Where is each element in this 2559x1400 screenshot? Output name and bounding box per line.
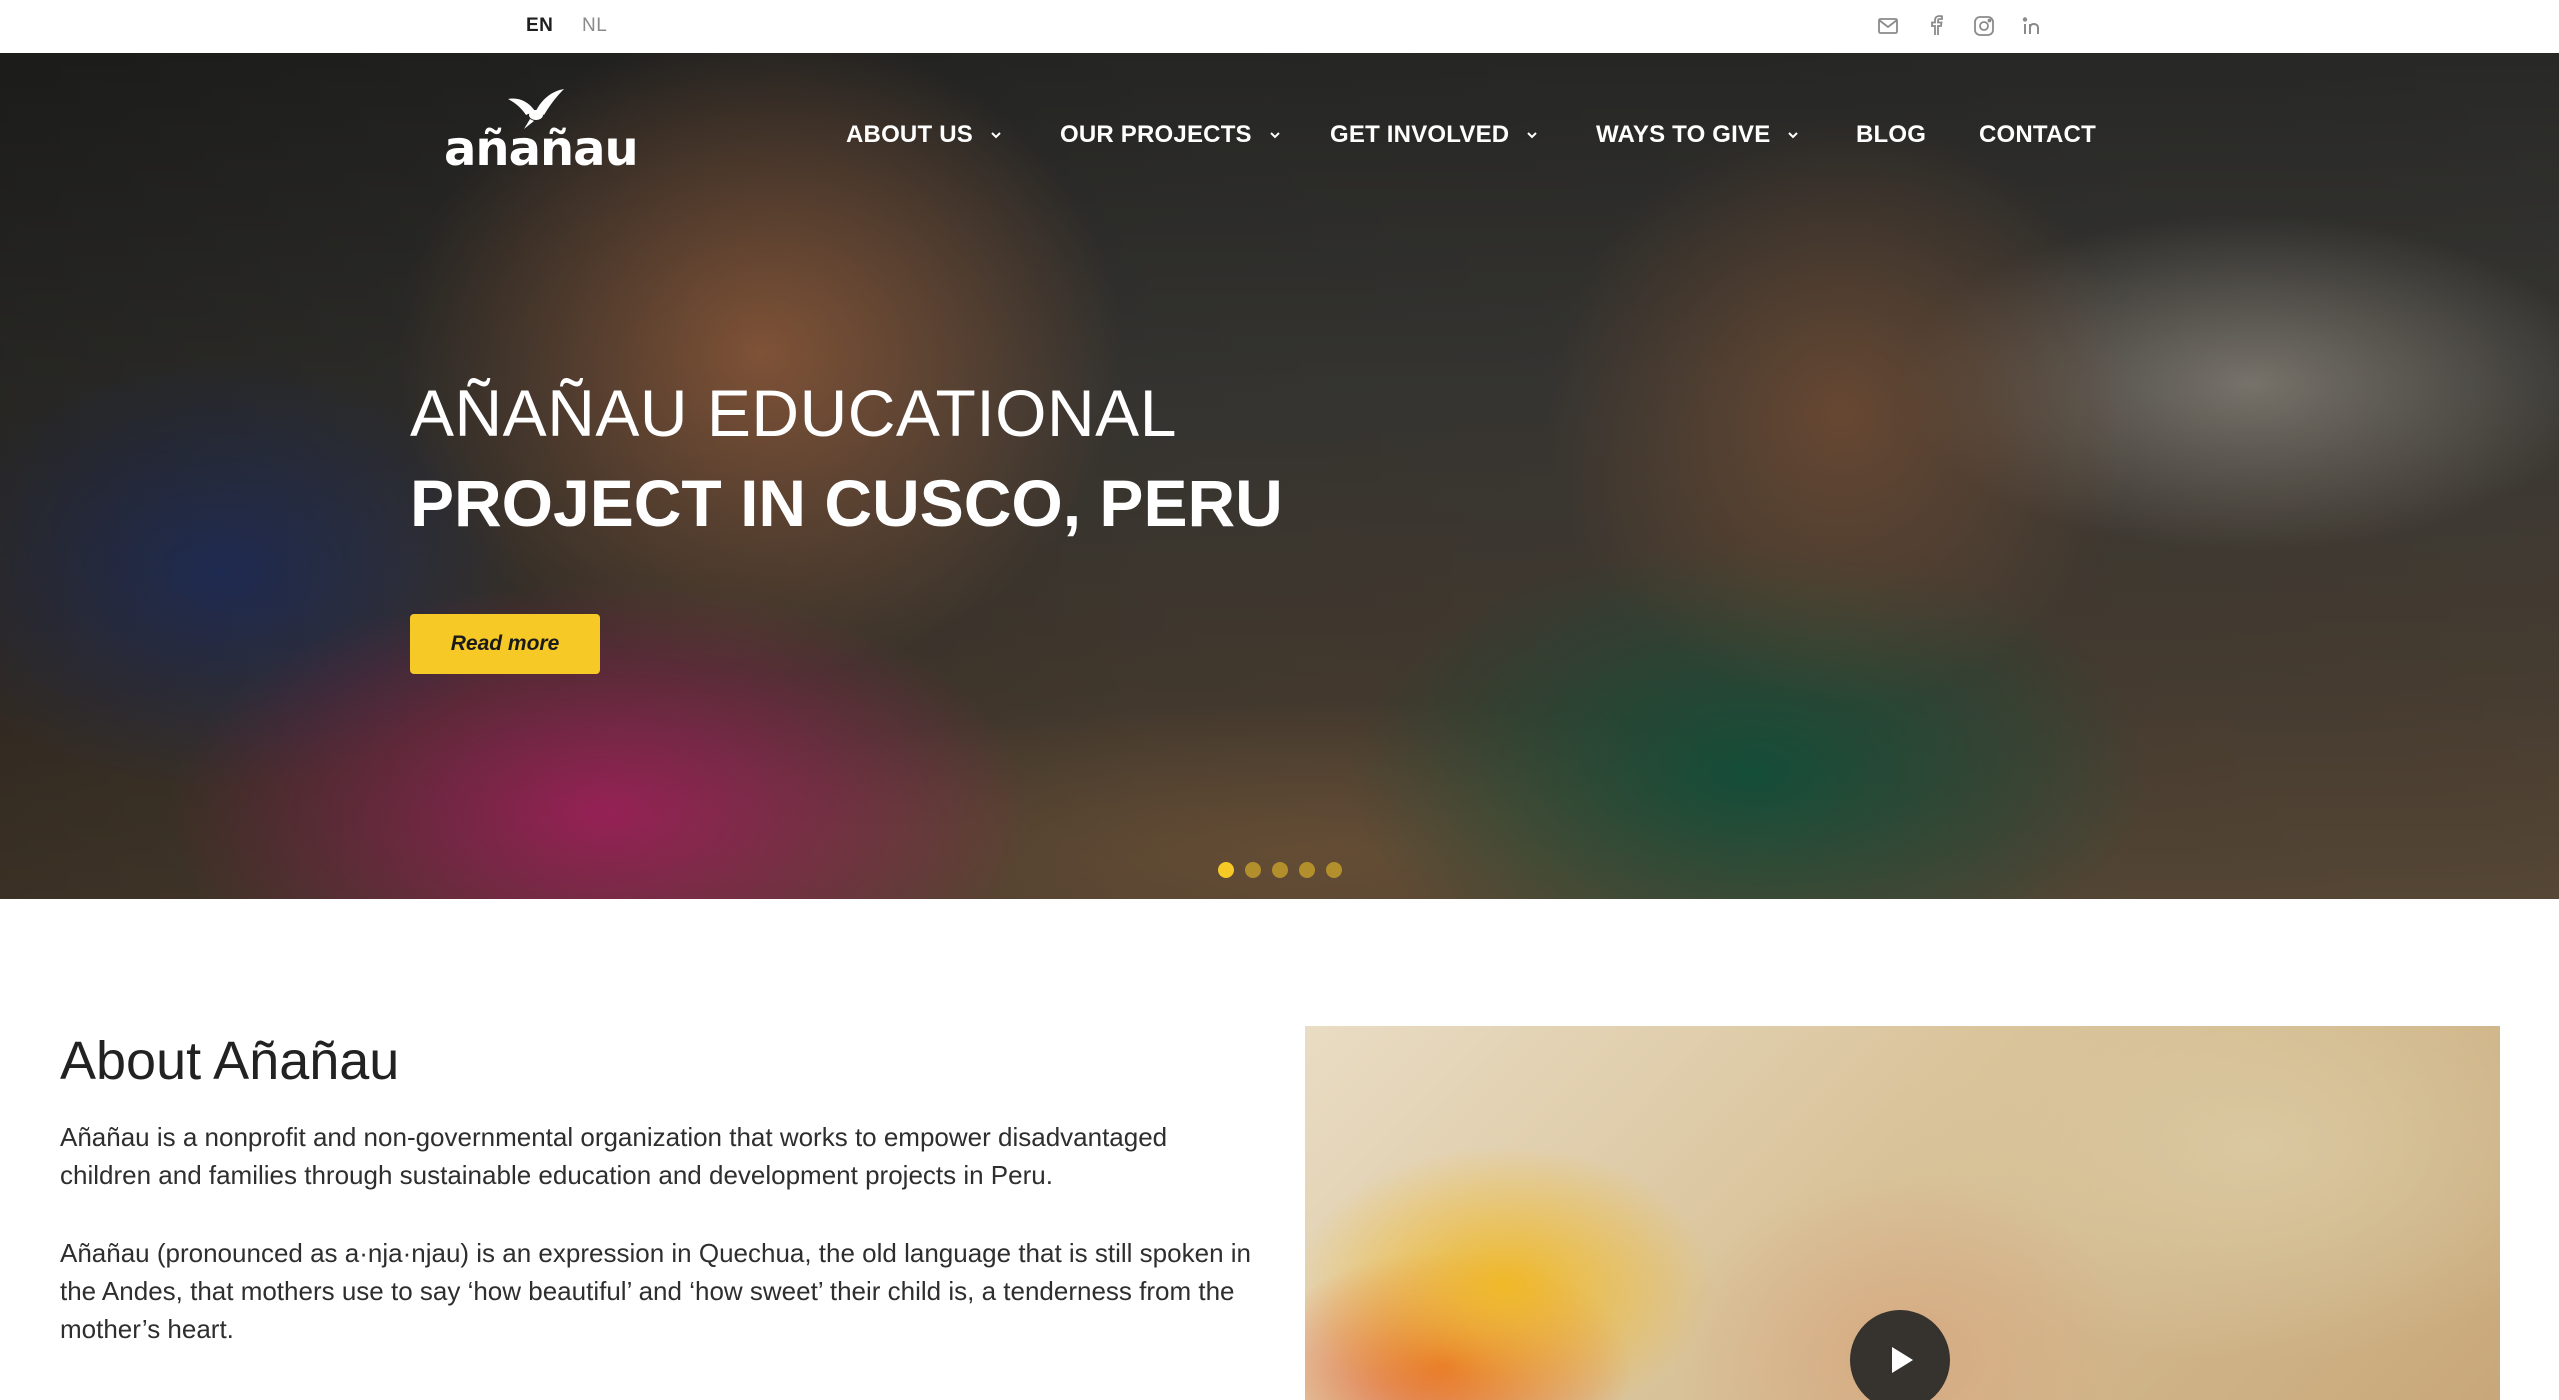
chevron-down-icon xyxy=(1527,132,1538,139)
nav-about-us-label: ABOUT US xyxy=(846,121,973,148)
logo-wordmark: añañau xyxy=(444,121,639,177)
read-more-button[interactable]: Read more xyxy=(410,614,600,674)
about-heading: About Añañau xyxy=(60,1031,400,1091)
about-video[interactable] xyxy=(1305,1026,2500,1400)
mail-icon[interactable] xyxy=(1874,12,1902,40)
top-bar: EN NL xyxy=(0,0,2559,53)
language-en-link[interactable]: EN xyxy=(526,15,553,37)
nav-ways-to-give-label: WAYS TO GIVE xyxy=(1596,121,1771,148)
about-paragraph-1: Añañau is a nonprofit and non-government… xyxy=(60,1122,1168,1190)
nav-get-involved[interactable]: GET INVOLVED xyxy=(1330,115,1539,155)
slider-dots xyxy=(1218,862,1342,878)
hero-slider: añañau ABOUT US OUR PROJECTS GET INVOLVE… xyxy=(0,53,2559,899)
hero-title-line1: AÑAÑAU EDUCATIONAL xyxy=(410,376,1177,450)
instagram-icon[interactable] xyxy=(1970,12,1998,40)
language-nl-link[interactable]: NL xyxy=(582,15,607,37)
nav-about-us[interactable]: ABOUT US xyxy=(846,115,1003,155)
nav-contact[interactable]: CONTACT xyxy=(1979,115,2096,155)
play-icon xyxy=(1892,1347,1913,1373)
slider-dot-4[interactable] xyxy=(1299,862,1315,878)
site-logo[interactable]: añañau xyxy=(440,83,639,183)
nav-get-involved-label: GET INVOLVED xyxy=(1330,121,1510,148)
facebook-icon[interactable] xyxy=(1922,12,1950,40)
nav-our-projects[interactable]: OUR PROJECTS xyxy=(1060,115,1282,155)
nav-our-projects-label: OUR PROJECTS xyxy=(1060,121,1252,148)
linkedin-icon[interactable] xyxy=(2018,12,2046,40)
slider-dot-2[interactable] xyxy=(1245,862,1261,878)
hero-title-line2: PROJECT IN CUSCO, PERU xyxy=(410,466,1283,540)
chevron-down-icon xyxy=(1270,132,1280,139)
slider-dot-5[interactable] xyxy=(1326,862,1342,878)
chevron-down-icon xyxy=(1788,132,1799,139)
play-button[interactable] xyxy=(1850,1310,1950,1400)
slider-dot-1[interactable] xyxy=(1218,862,1234,878)
nav-blog[interactable]: BLOG xyxy=(1856,115,1926,155)
nav-ways-to-give[interactable]: WAYS TO GIVE xyxy=(1596,115,1800,155)
about-paragraph-2: Añañau (pronounced as a·nja·njau) is an … xyxy=(60,1238,1251,1344)
chevron-down-icon xyxy=(991,132,1001,139)
slider-dot-3[interactable] xyxy=(1272,862,1288,878)
